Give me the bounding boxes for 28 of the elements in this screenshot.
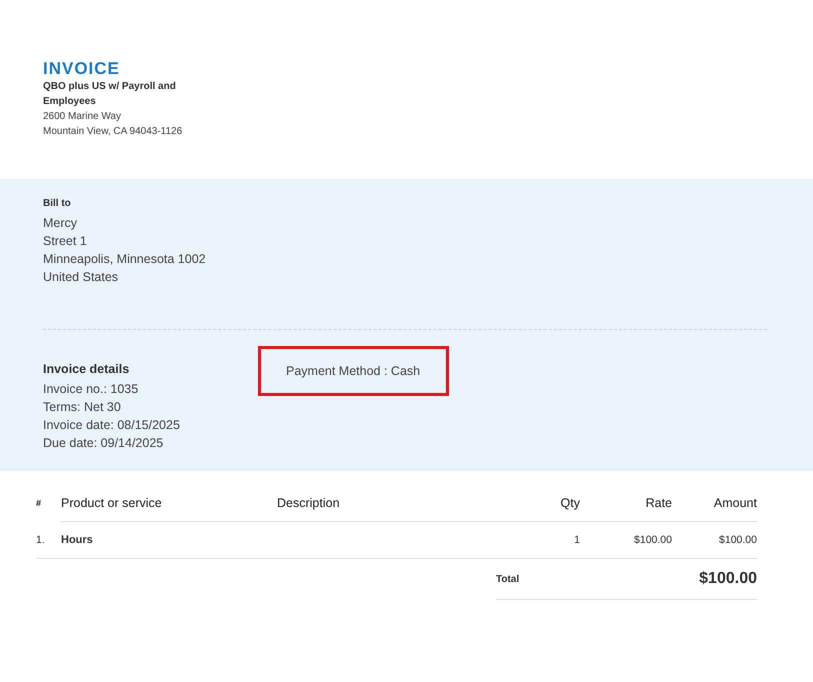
invoice-detail-line: Invoice no.: 1035 [43, 381, 140, 398]
table-cell-text: Hours [61, 533, 94, 548]
invoice-detail-line: Terms: Net 30 [43, 399, 122, 416]
bill-to-heading: Bill to [43, 197, 72, 211]
column-header: Rate [644, 495, 672, 511]
company-address-line: 2600 Marine Way [43, 110, 122, 124]
table-cell-text: $100.00 [718, 533, 757, 548]
table-cell-text: $100.00 [633, 533, 672, 548]
total-label: Total [496, 574, 520, 584]
invoice-title: INVOICE [43, 59, 121, 79]
payment-method-box: Payment Method : Cash [258, 346, 449, 396]
bill-to-line: Mercy [43, 215, 78, 232]
bill-to-line: Street 1 [43, 233, 88, 250]
table-cell-text: 1. [36, 533, 46, 548]
column-header: Product or service [61, 495, 163, 511]
column-header: # [36, 497, 42, 510]
column-header: Qty [560, 495, 580, 511]
table-cell-text: 1 [573, 533, 580, 548]
company-address-line: Mountain View, CA 94043-1126 [43, 125, 184, 139]
invoice-detail-line: Invoice date: 08/15/2025 [43, 417, 181, 434]
company-name: QBO plus US w/ Payroll and Employees [43, 80, 177, 109]
total-amount: $100.00 [699, 570, 757, 588]
column-header: Description [277, 495, 341, 511]
bill-to-line: Minneapolis, Minnesota 1002 [43, 251, 207, 268]
invoice-detail-line: Due date: 09/14/2025 [43, 435, 164, 452]
column-header: Amount [712, 495, 757, 511]
invoice-details-heading: Invoice details [43, 361, 130, 378]
bill-to-line: United States [43, 269, 120, 286]
